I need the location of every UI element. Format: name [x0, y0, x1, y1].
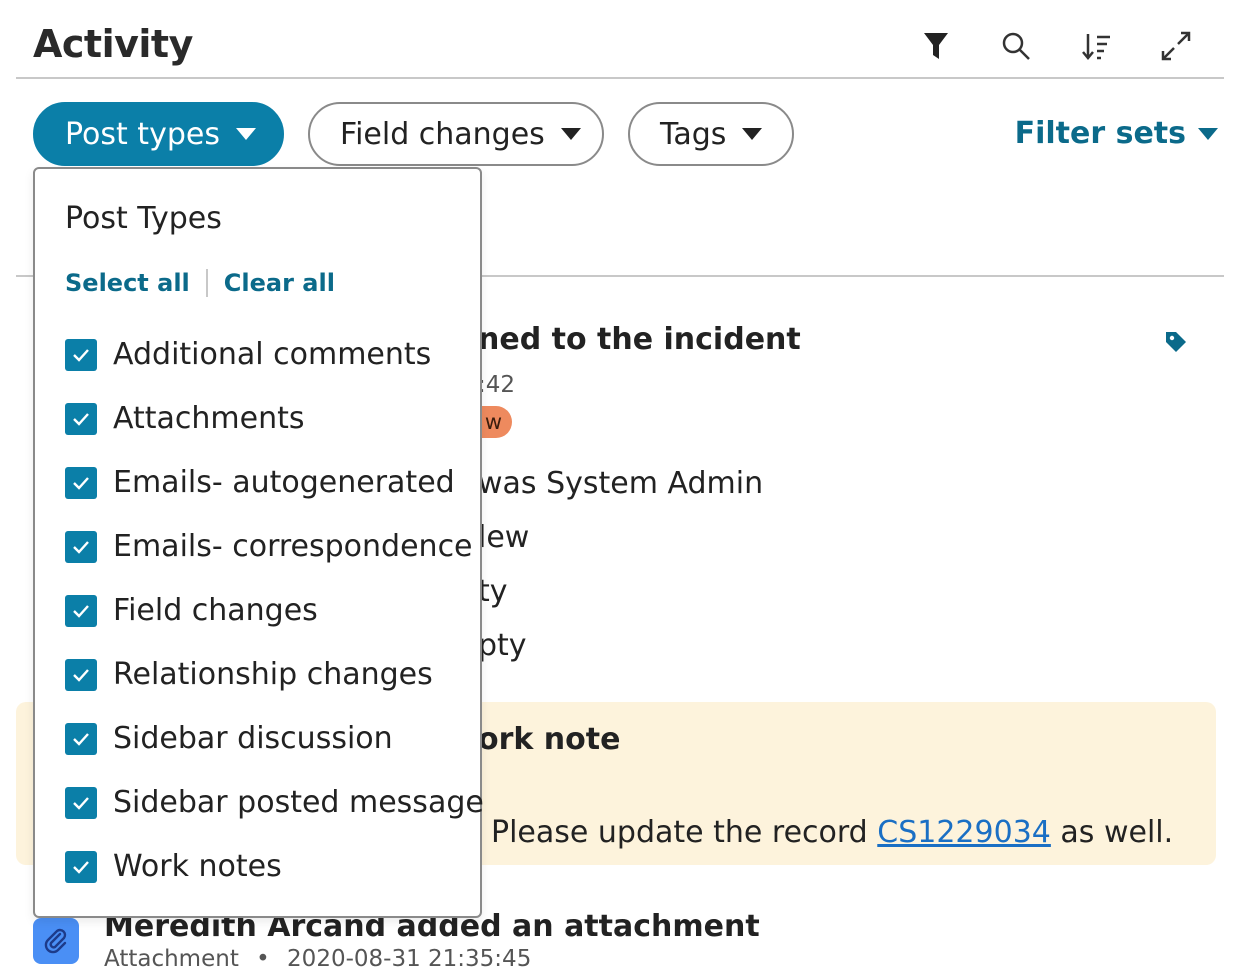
option-additional-comments[interactable]: Additional comments	[65, 337, 431, 372]
tag-icon[interactable]	[1164, 330, 1188, 358]
post-types-filter-button[interactable]: Post types	[33, 102, 284, 166]
option-label: Emails- autogenerated	[113, 465, 455, 500]
option-sidebar-discussion[interactable]: Sidebar discussion	[65, 721, 393, 756]
separator-dot: •	[256, 946, 270, 972]
option-sidebar-posted-message[interactable]: Sidebar posted message	[65, 785, 484, 820]
option-relationship-changes[interactable]: Relationship changes	[65, 657, 433, 692]
tags-filter-label: Tags	[660, 116, 727, 152]
record-link[interactable]: CS1229034	[877, 815, 1051, 850]
page-title: Activity	[33, 22, 193, 66]
feed-field-line: was System Admin	[478, 466, 764, 501]
caret-down-icon	[1198, 127, 1218, 140]
header-divider	[16, 77, 1224, 79]
work-note-text: Please update the record CS1229034 as we…	[491, 815, 1173, 850]
option-label: Field changes	[113, 593, 318, 628]
post-types-filter-label: Post types	[65, 116, 220, 152]
option-label: Relationship changes	[113, 657, 433, 692]
checkbox-checked-icon[interactable]	[65, 786, 97, 819]
search-icon[interactable]	[998, 28, 1034, 64]
option-attachments[interactable]: Attachments	[65, 401, 305, 436]
expand-icon[interactable]	[1158, 28, 1194, 64]
work-note-title: ork note	[478, 722, 621, 757]
attachment-icon	[33, 918, 79, 964]
sort-icon[interactable]	[1078, 28, 1114, 64]
checkbox-checked-icon[interactable]	[65, 466, 97, 499]
feed-entry-type: Attachment	[104, 946, 239, 972]
checkbox-checked-icon[interactable]	[65, 402, 97, 435]
checkbox-checked-icon[interactable]	[65, 658, 97, 691]
post-types-dropdown: Post Types Select all Clear all Addition…	[33, 167, 484, 918]
filter-sets-button[interactable]: Filter sets	[1015, 116, 1218, 151]
feed-field-line: lew	[478, 520, 530, 555]
feed-entry-time: :42	[478, 372, 516, 398]
checkbox-checked-icon[interactable]	[65, 722, 97, 755]
filter-icon[interactable]	[918, 28, 954, 64]
feed-entry-title: ned to the incident	[478, 322, 801, 357]
option-emails-autogenerated[interactable]: Emails- autogenerated	[65, 465, 455, 500]
divider	[205, 269, 208, 297]
checkbox-checked-icon[interactable]	[65, 850, 97, 883]
field-changes-filter-button[interactable]: Field changes	[308, 102, 604, 166]
feed-entry-meta: Attachment • 2020-08-31 21:35:45	[104, 946, 531, 972]
checkbox-checked-icon[interactable]	[65, 530, 97, 563]
option-field-changes[interactable]: Field changes	[65, 593, 318, 628]
option-work-notes[interactable]: Work notes	[65, 849, 282, 884]
option-label: Attachments	[113, 401, 305, 436]
tags-filter-button[interactable]: Tags	[628, 102, 794, 166]
field-changes-filter-label: Field changes	[340, 116, 545, 152]
checkbox-checked-icon[interactable]	[65, 338, 97, 371]
filter-sets-label: Filter sets	[1014, 116, 1186, 151]
option-label: Work notes	[113, 849, 282, 884]
caret-down-icon	[560, 128, 581, 140]
caret-down-icon	[235, 128, 256, 140]
option-label: Additional comments	[113, 337, 432, 372]
work-note-text-before: Please update the record	[491, 815, 878, 850]
clear-all-link[interactable]: Clear all	[224, 269, 335, 297]
work-note-text-after: as well.	[1050, 815, 1174, 850]
option-label: Emails- correspondence	[113, 529, 473, 564]
caret-down-icon	[742, 128, 763, 140]
dropdown-actions: Select all Clear all	[65, 269, 335, 297]
feed-field-line: ty	[478, 574, 508, 609]
option-emails-correspondence[interactable]: Emails- correspondence	[65, 529, 473, 564]
select-all-link[interactable]: Select all	[65, 269, 190, 297]
feed-field-line: pty	[478, 628, 527, 663]
option-label: Sidebar posted message	[113, 785, 484, 820]
checkbox-checked-icon[interactable]	[65, 594, 97, 627]
feed-entry-time: 2020-08-31 21:35:45	[287, 946, 532, 972]
dropdown-title: Post Types	[65, 201, 222, 236]
option-label: Sidebar discussion	[113, 721, 393, 756]
